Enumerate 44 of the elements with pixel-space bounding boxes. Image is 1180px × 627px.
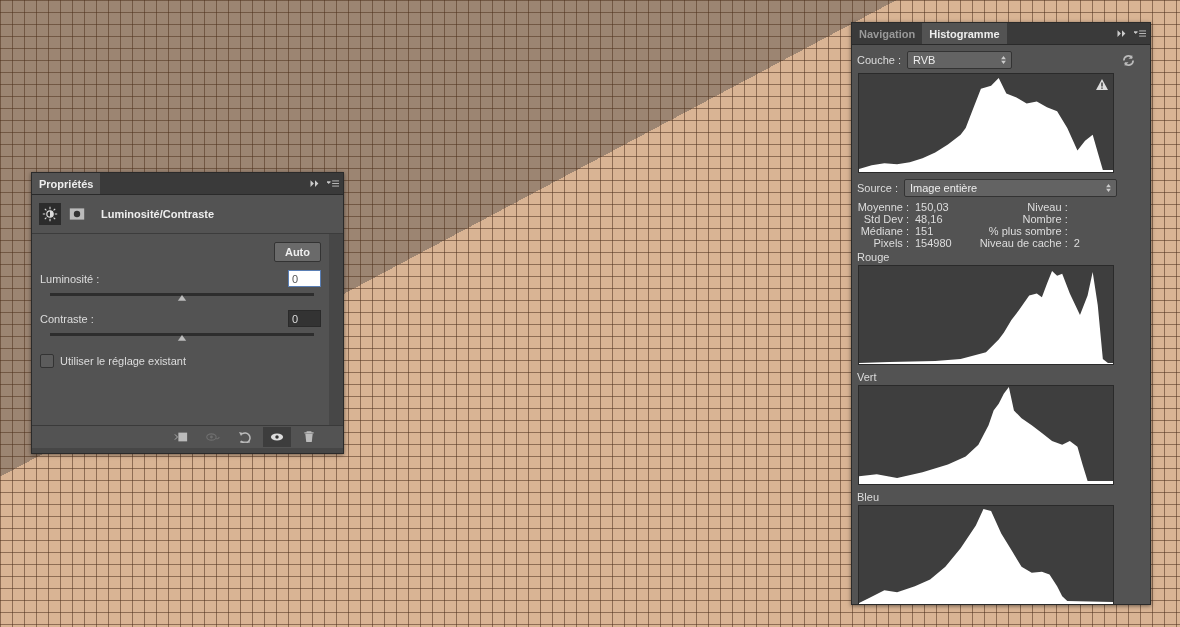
menu-icon[interactable] [1134, 29, 1146, 38]
stat-value: 151 [915, 225, 934, 237]
channel-dropdown[interactable]: RVB [907, 51, 1013, 69]
source-dropdown[interactable]: Image entière [903, 179, 1117, 197]
stat-label: Pixels : [872, 237, 909, 249]
stat-value: 154980 [915, 237, 952, 249]
checkbox-label: Utiliser le réglage existant [60, 355, 186, 367]
channel-label: Couche : [857, 54, 902, 66]
warning-icon [1096, 79, 1108, 90]
value-input[interactable]: 0 [288, 310, 321, 327]
value-input[interactable]: 0 [288, 270, 321, 287]
source-label: Source : [857, 182, 898, 194]
collapse-icon[interactable] [1116, 29, 1128, 38]
stat-label: Niveau de cache : [978, 237, 1068, 249]
stat-value: 48,16 [915, 213, 943, 225]
stat-label: Moyenne : [857, 201, 909, 213]
adjustment-title: Luminosité/Contraste [101, 208, 215, 220]
sun-icon[interactable] [39, 203, 61, 225]
menu-icon[interactable] [327, 179, 339, 188]
stat-label: Nombre : [1021, 213, 1068, 225]
auto-button[interactable]: Auto [273, 242, 321, 262]
panel-tab[interactable]: Histogramme [922, 23, 1007, 44]
slider-thumb[interactable] [177, 334, 187, 341]
updown-arrows-icon [1001, 56, 1007, 64]
channel-name: Bleu [857, 491, 881, 503]
slider-label: Contraste : [40, 312, 94, 325]
updown-arrows-icon [1106, 184, 1111, 192]
scrollbar[interactable] [329, 234, 343, 425]
checkbox[interactable] [40, 354, 54, 368]
panel-tab[interactable]: Navigation [852, 23, 923, 44]
eye-icon[interactable] [263, 427, 291, 447]
stat-label: Std Dev : [862, 213, 909, 225]
stat-value: 2 [1073, 237, 1080, 249]
panel-tab[interactable]: Propriétés [32, 173, 101, 194]
channel-name: Rouge [857, 251, 891, 263]
slider-label: Luminosité : [40, 272, 100, 285]
channel-name: Vert [857, 371, 878, 383]
slider-thumb[interactable] [177, 294, 187, 301]
collapse-icon[interactable] [309, 179, 321, 188]
stat-label: Médiane : [859, 225, 909, 237]
stat-label: % plus sombre : [987, 225, 1068, 237]
stat-value: 150,03 [915, 201, 949, 213]
refresh-icon[interactable] [1122, 53, 1135, 67]
stat-label: Niveau : [1026, 201, 1068, 213]
